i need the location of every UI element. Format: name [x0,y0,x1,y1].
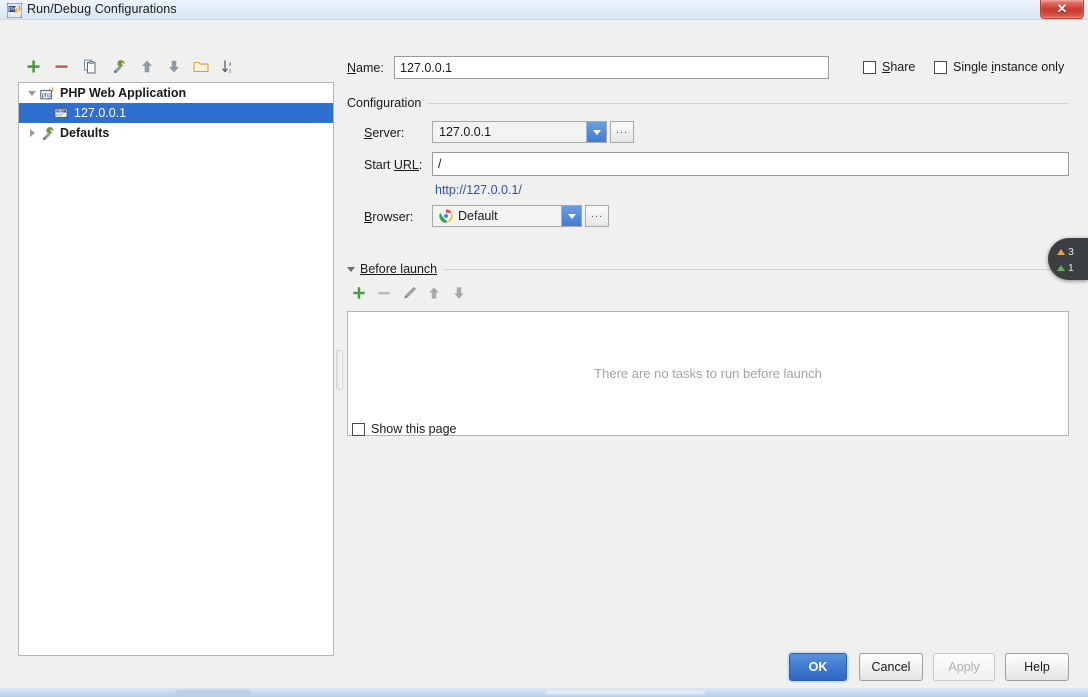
edit-task-button[interactable] [398,282,420,304]
before-launch-empty-text: There are no tasks to run before launch [594,366,822,381]
sort-configurations-button[interactable]: a z [218,55,240,77]
badge-warning-count: 3 [1057,246,1074,258]
browser-value-wrap: Default [433,209,561,223]
sort-az-icon: a z [222,60,232,74]
arrow-down-icon [454,287,464,299]
tree-node-label: PHP Web Application [60,86,187,100]
cancel-button[interactable]: Cancel [859,653,923,681]
badge-info-value: 1 [1068,262,1074,274]
run-debug-configurations-dialog: PH Run/Debug Configurations ✕ a z php PH… [0,0,1088,688]
share-checkbox[interactable]: Share [863,60,915,74]
dialog-title: Run/Debug Configurations [27,2,177,16]
before-launch-title: Before launch [360,262,444,276]
before-launch-divider [437,269,1069,270]
minus-icon [378,292,390,295]
group-divider [422,103,1069,104]
move-task-up-button[interactable] [423,282,445,304]
svg-text:php: php [56,108,64,113]
ok-button[interactable]: OK [789,653,847,681]
help-button[interactable]: Help [1005,653,1069,681]
close-icon: ✕ [1056,1,1068,16]
resolved-url-link[interactable]: http://127.0.0.1/ [435,183,522,197]
tree-node-php-web-application[interactable]: php PHP Web Application [19,83,333,103]
dialog-titlebar: PH Run/Debug Configurations ✕ [0,0,1088,20]
server-combobox[interactable]: 127.0.0.1 [432,121,607,143]
inspection-widget-badge[interactable]: 3 1 [1048,238,1088,280]
minus-icon [55,64,67,68]
folder-icon [193,61,209,72]
arrow-down-icon [169,60,179,72]
tree-node-127-0-0-1[interactable]: php 127.0.0.1 [19,103,333,123]
move-up-button[interactable] [136,55,158,77]
configurations-tree[interactable]: php PHP Web Application php 127.0.0.1 De… [18,82,334,656]
server-browse-button[interactable]: ... [610,121,634,143]
edit-templates-button[interactable] [108,55,130,77]
php-icon: php [53,105,71,121]
plus-icon [353,287,365,299]
badge-warning-value: 3 [1068,246,1074,258]
background-bottom-strip [0,687,1088,697]
chevron-down-icon[interactable] [25,83,39,103]
arrow-up-icon [142,60,152,72]
arrow-down-icon [1057,265,1065,271]
copy-configuration-button[interactable] [79,55,101,77]
server-value: 127.0.0.1 [439,125,492,139]
browser-label: Browser: [364,210,414,224]
start-url-input[interactable] [432,152,1069,176]
tree-node-label: Defaults [60,126,110,140]
chrome-icon [439,209,453,223]
php-icon: php [39,85,57,101]
chevron-down-icon[interactable] [586,122,606,142]
svg-text:z: z [229,67,232,74]
name-input[interactable] [394,56,829,79]
configuration-group-title: Configuration [347,96,428,110]
tree-node-label: 127.0.0.1 [74,106,127,120]
chevron-down-icon[interactable] [561,206,581,226]
arrow-up-icon [429,287,439,299]
wrench-icon [39,125,57,141]
start-url-label: Start URL: [364,158,423,172]
remove-configuration-button[interactable] [50,55,72,77]
apply-button: Apply [933,653,995,681]
panel-splitter[interactable] [334,82,343,656]
tree-node-defaults[interactable]: Defaults [19,123,333,143]
checkbox-box [863,60,876,74]
single-instance-only-checkbox[interactable]: Single instance only [934,60,1064,74]
add-configuration-button[interactable] [22,55,44,77]
remove-task-button[interactable] [373,282,395,304]
copy-icon [83,59,95,73]
add-task-button[interactable] [348,282,370,304]
wrench-icon [113,59,125,73]
background-bottom-highlight [545,690,705,694]
pencil-icon [403,286,416,299]
chevron-right-icon[interactable] [25,123,39,143]
browser-browse-button[interactable]: ... [585,205,609,227]
name-label: Name: [347,61,384,75]
browser-combobox[interactable]: Default [432,205,582,227]
create-folder-button[interactable] [190,55,212,77]
phpstorm-icon: PH [6,2,23,19]
svg-text:php: php [42,93,53,99]
server-label: Server: [364,126,405,140]
single-instance-only-label: Single instance only [953,60,1065,74]
splitter-grip[interactable] [336,350,343,390]
plus-icon [27,60,39,72]
dialog-body: a z php PHP Web Application php 127.0.0.… [0,20,1088,688]
browser-value: Default [458,209,498,223]
move-task-down-button[interactable] [448,282,470,304]
checkbox-box [934,60,947,74]
show-this-page-checkbox[interactable]: Show this page [352,422,456,436]
arrow-up-icon [1057,249,1065,255]
background-taskbar-nub [176,690,250,697]
before-launch-tasks-list[interactable]: There are no tasks to run before launch [347,311,1069,436]
before-launch-collapse-icon[interactable] [347,267,355,272]
show-this-page-label: Show this page [371,422,457,436]
checkbox-box [352,422,365,436]
configurations-toolbar: a z [16,55,334,79]
move-down-button[interactable] [163,55,185,77]
badge-info-count: 1 [1057,262,1074,274]
share-label: Share [882,60,916,74]
close-button[interactable]: ✕ [1040,0,1084,19]
